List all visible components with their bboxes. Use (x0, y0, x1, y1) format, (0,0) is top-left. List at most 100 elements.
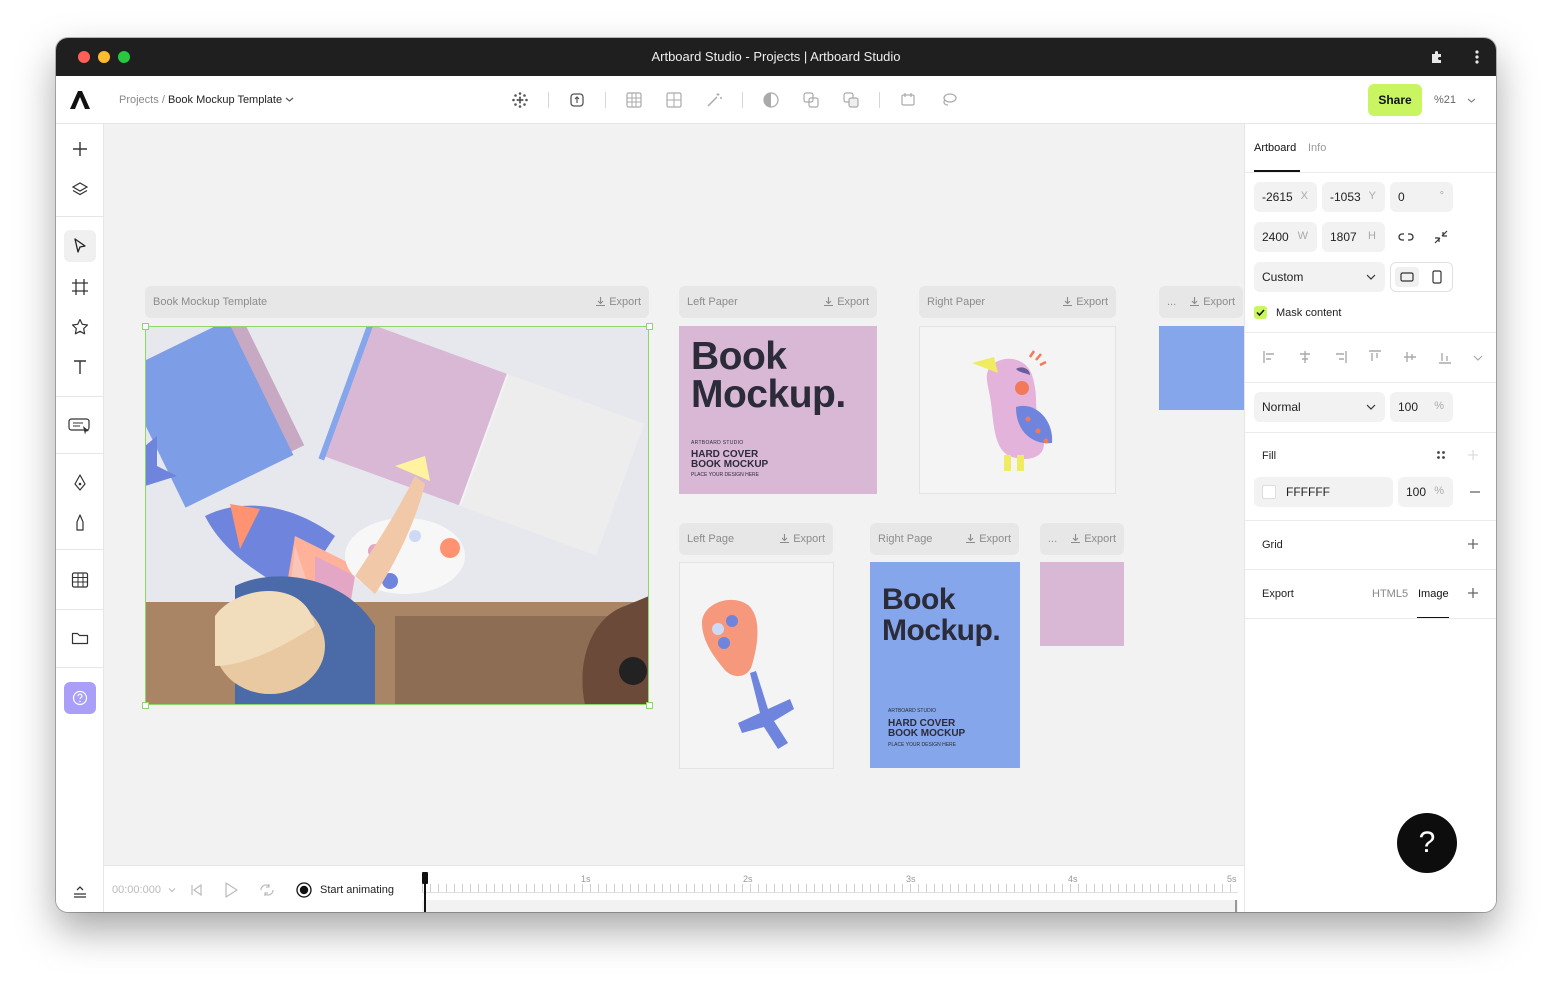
artboard-name[interactable]: Right Paper (927, 296, 985, 308)
chevron-down-icon[interactable] (1467, 96, 1476, 105)
mesh-icon[interactable] (665, 91, 683, 109)
loop-icon[interactable] (259, 883, 275, 897)
table-icon[interactable] (71, 571, 89, 589)
pink-swatch-artboard[interactable] (1040, 562, 1124, 646)
chevron-down-icon[interactable] (1473, 354, 1483, 362)
shape-dots-icon[interactable] (511, 91, 529, 109)
breadcrumb-parent[interactable]: Projects (119, 94, 159, 106)
export-tab-image[interactable]: Image (1418, 588, 1449, 600)
artboard-header[interactable]: Left Paper Export (679, 286, 877, 318)
help-button[interactable]: ? (1397, 813, 1457, 873)
pen-tool-icon[interactable] (72, 474, 88, 492)
share-button[interactable]: Share (1368, 84, 1422, 116)
shape-swap-icon[interactable] (568, 91, 586, 109)
select-tool-button[interactable] (64, 230, 96, 262)
folder-icon[interactable] (71, 630, 89, 646)
height-field[interactable]: 1807 H (1322, 222, 1385, 252)
align-top-icon[interactable] (1368, 350, 1382, 364)
timeline-track[interactable]: 1s 2s 3s 4s 5s (422, 872, 1238, 912)
size-preset-select[interactable]: Custom (1254, 262, 1385, 292)
text-tool-icon[interactable] (71, 358, 89, 376)
artboard-name[interactable]: Left Page (687, 533, 734, 545)
frame-tool-icon[interactable] (899, 91, 917, 109)
export-button[interactable]: Export (779, 533, 825, 545)
left-paper-artboard[interactable]: Book Mockup. ARTBOARD STUDIO HARD COVER BO… (679, 326, 877, 494)
fill-color-field[interactable]: FFFFFF (1254, 477, 1393, 507)
export-button[interactable]: Export (965, 533, 1011, 545)
y-position-field[interactable]: -1053 Y (1322, 182, 1385, 212)
landscape-button[interactable] (1395, 267, 1419, 287)
chevron-down-icon[interactable] (285, 95, 294, 104)
artboard-name[interactable]: Left Paper (687, 296, 738, 308)
width-field[interactable]: 2400 W (1254, 222, 1317, 252)
align-right-icon[interactable] (1333, 350, 1347, 364)
zoom-level[interactable]: %21 (1434, 94, 1456, 106)
export-button[interactable]: Export (595, 296, 641, 308)
play-icon[interactable] (224, 882, 238, 898)
rotation-field[interactable]: 0 ° (1390, 182, 1453, 212)
resize-handle[interactable] (142, 702, 149, 709)
magic-wand-icon[interactable] (705, 91, 723, 109)
add-export-icon[interactable] (1467, 587, 1479, 599)
artboard-header[interactable]: ... Export (1040, 523, 1124, 555)
blend-mode-select[interactable]: Normal (1254, 392, 1385, 422)
timeline-time[interactable]: 00:00:000 (112, 884, 161, 896)
star-icon[interactable] (71, 318, 89, 336)
skip-back-icon[interactable] (189, 883, 203, 897)
remove-fill-icon[interactable] (1469, 491, 1481, 493)
portrait-button[interactable] (1425, 267, 1449, 287)
style-dots-icon[interactable] (1436, 450, 1446, 460)
add-fill-icon[interactable] (1467, 449, 1479, 461)
align-center-h-icon[interactable] (1298, 350, 1312, 364)
mask-content-checkbox[interactable] (1254, 306, 1267, 319)
artboard-logo-icon[interactable] (70, 91, 90, 109)
chevron-down-icon[interactable] (168, 886, 176, 894)
mask-content-label[interactable]: Mask content (1276, 307, 1341, 319)
breadcrumb-current[interactable]: Book Mockup Template (168, 94, 282, 106)
export-tab-html5[interactable]: HTML5 (1372, 588, 1408, 600)
right-paper-artboard[interactable] (919, 326, 1116, 494)
opacity-field[interactable]: 100% (1390, 392, 1453, 422)
export-button[interactable]: Export (1189, 296, 1235, 308)
layers-icon[interactable] (71, 180, 89, 198)
artboard-name[interactable]: Book Mockup Template (153, 296, 267, 308)
canvas[interactable]: Book Mockup Template Export Left Paper E… (104, 124, 1244, 865)
add-grid-icon[interactable] (1467, 538, 1479, 550)
lasso-icon[interactable] (939, 91, 959, 109)
align-bottom-icon[interactable] (1438, 350, 1452, 364)
timeline-end-marker[interactable] (1235, 900, 1237, 912)
pencil-tool-icon[interactable] (73, 514, 87, 532)
more-vertical-icon[interactable] (1473, 49, 1481, 65)
plus-icon[interactable] (71, 140, 89, 158)
resize-handle[interactable] (646, 323, 653, 330)
artboard-name[interactable]: Right Page (878, 533, 932, 545)
right-page-artboard[interactable]: Book Mockup. ARTBOARD STUDIO HARD COVER BO… (870, 562, 1020, 768)
export-button[interactable]: Export (823, 296, 869, 308)
artboard-name[interactable]: ... (1048, 533, 1057, 545)
export-button[interactable]: Export (1062, 296, 1108, 308)
comment-cursor-icon[interactable] (68, 417, 92, 435)
x-position-field[interactable]: -2615 X (1254, 182, 1317, 212)
start-animating-button[interactable]: Start animating (320, 884, 394, 896)
align-center-v-icon[interactable] (1403, 350, 1417, 364)
half-circle-icon[interactable] (762, 91, 780, 109)
left-page-artboard[interactable] (679, 562, 834, 769)
blue-swatch-artboard[interactable] (1159, 326, 1244, 410)
link-proportions-icon[interactable] (1398, 230, 1414, 244)
resize-handle[interactable] (646, 702, 653, 709)
grid-icon[interactable] (625, 91, 643, 109)
record-icon[interactable] (296, 882, 312, 898)
frame-hash-icon[interactable] (71, 278, 89, 296)
timeline-toggle-icon[interactable] (72, 884, 88, 900)
subtract-icon[interactable] (842, 91, 860, 109)
help-center-button[interactable] (64, 682, 96, 714)
align-left-icon[interactable] (1263, 350, 1277, 364)
fill-opacity-field[interactable]: 100% (1398, 477, 1453, 507)
artboard-name[interactable]: ... (1167, 296, 1176, 308)
union-icon[interactable] (802, 91, 820, 109)
artboard-header[interactable]: Right Paper Export (919, 286, 1116, 318)
artboard-header[interactable]: Left Page Export (679, 523, 833, 555)
tab-info[interactable]: Info (1308, 142, 1326, 154)
artboard-header[interactable]: Right Page Export (870, 523, 1019, 555)
artboard-header[interactable]: ... Export (1159, 286, 1243, 318)
